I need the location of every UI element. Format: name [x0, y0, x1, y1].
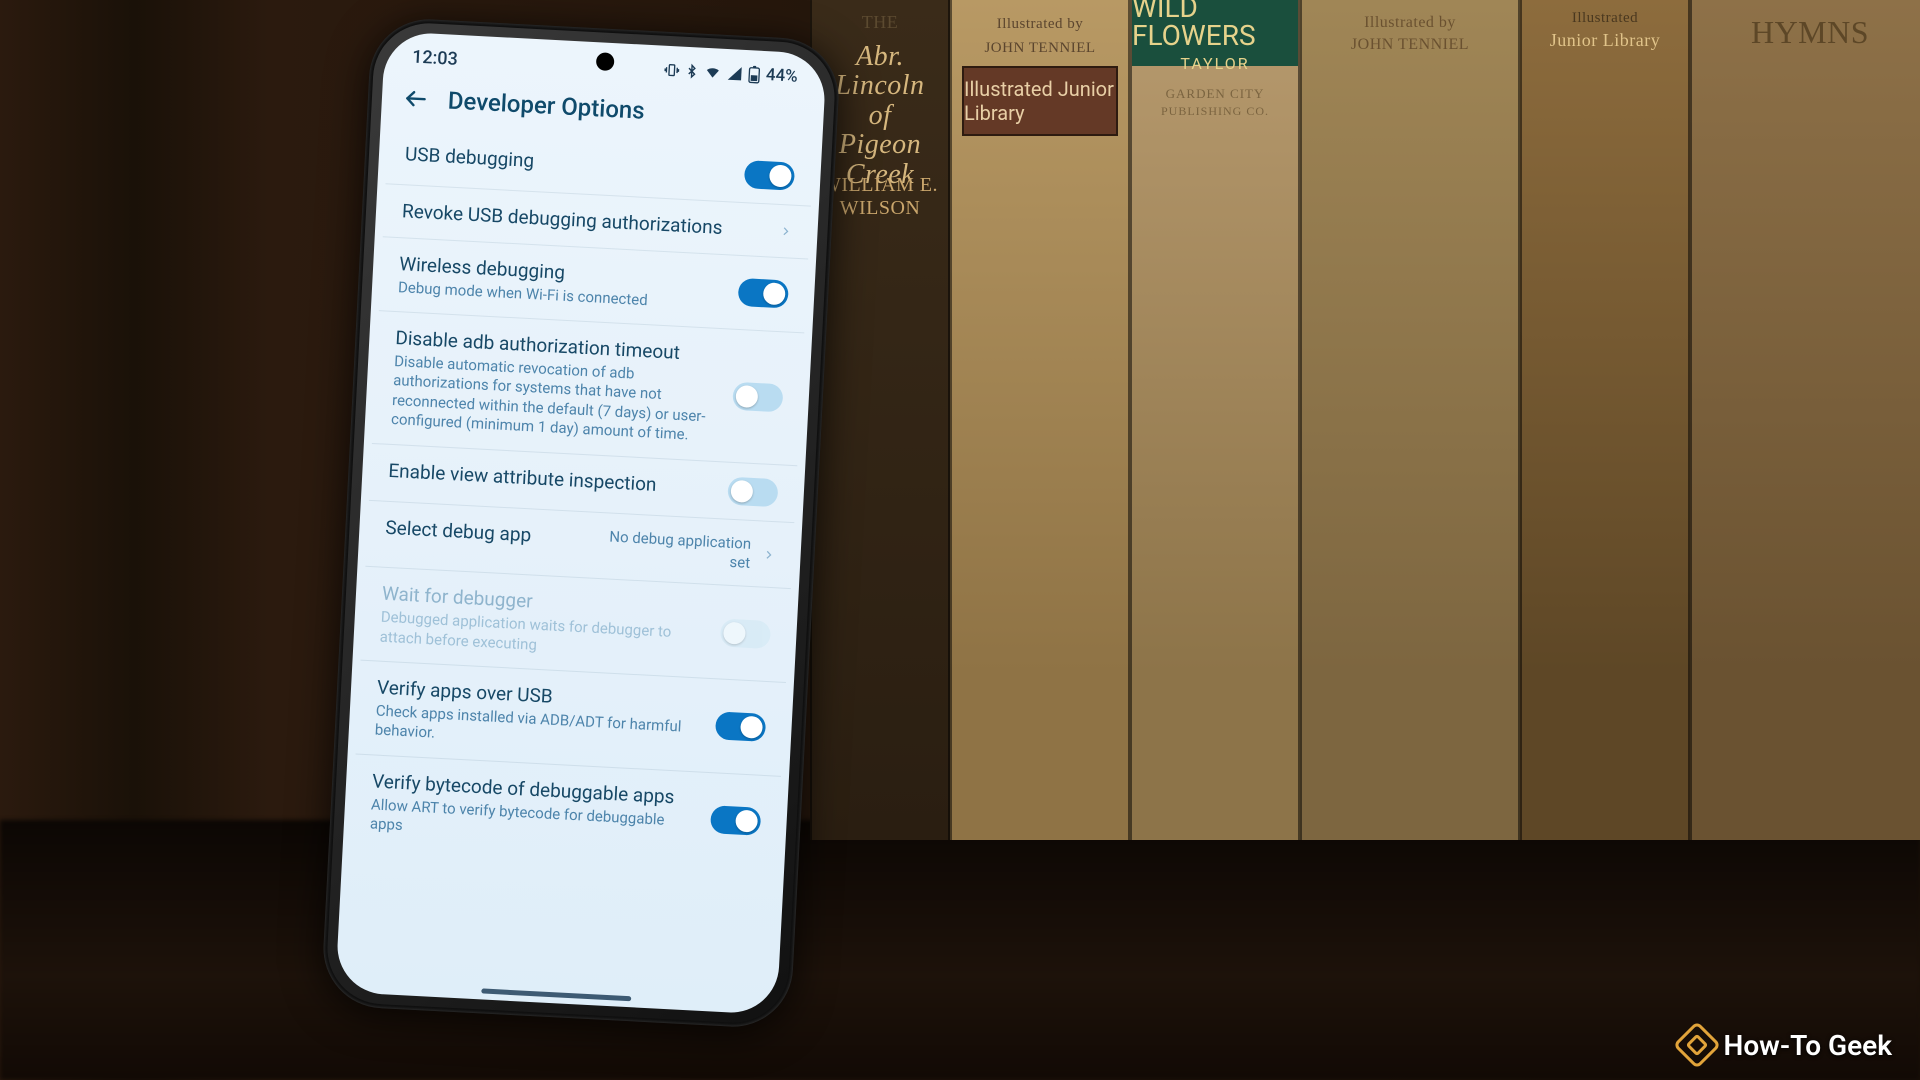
wifi-icon	[704, 64, 723, 81]
vibrate-icon	[664, 62, 681, 79]
row-adb-timeout[interactable]: Disable adb authorization timeout Disabl…	[372, 311, 804, 466]
toggle-wait-debugger	[720, 618, 771, 649]
bluetooth-icon	[685, 63, 700, 80]
toggle-usb-debugging[interactable]	[744, 160, 795, 191]
toggle-verify-bytecode[interactable]	[710, 805, 761, 836]
book-spine: HYMNS	[1690, 0, 1920, 840]
watermark: How-To Geek	[1680, 1028, 1893, 1062]
signal-icon	[726, 65, 743, 82]
gesture-nav-pill[interactable]	[481, 988, 631, 1001]
book-spine: WILD FLOWERSTAYLOR GARDEN CITY PUBLISHIN…	[1130, 0, 1300, 840]
chevron-right-icon	[762, 544, 775, 565]
book-spine: Illustrated by JOHN TENNIEL Illustrated …	[950, 0, 1130, 840]
back-button[interactable]	[401, 84, 430, 113]
row-title: Revoke USB debugging authorizations	[401, 199, 768, 242]
toggle-wireless-debugging[interactable]	[738, 278, 789, 309]
battery-icon	[747, 65, 761, 84]
arrow-left-icon	[402, 85, 429, 112]
status-time: 12:03	[412, 46, 459, 69]
row-title: Enable view attribute inspection	[388, 459, 717, 500]
settings-list[interactable]: USB debugging Revoke USB debugging autho…	[341, 127, 822, 910]
row-subtitle: Disable automatic revocation of adb auth…	[391, 352, 723, 447]
toggle-view-attr[interactable]	[727, 476, 778, 507]
battery-percent: 44%	[765, 65, 798, 87]
toggle-adb-timeout[interactable]	[732, 382, 783, 413]
row-title: Select debug app	[385, 516, 590, 550]
book-spine: Illustrated Junior Library	[1520, 0, 1690, 840]
howtogeek-logo-icon	[1672, 1021, 1720, 1069]
toggle-verify-apps-usb[interactable]	[715, 712, 766, 743]
row-title: USB debugging	[404, 142, 733, 183]
phone-device: 12:03 44%	[320, 16, 841, 1029]
page-title: Developer Options	[447, 86, 645, 124]
background-bookshelf: THE Abr. Lincoln of Pigeon Creek WILLIAM…	[0, 0, 1920, 1080]
chevron-right-icon	[779, 221, 792, 242]
row-value: No debug application set	[600, 527, 752, 572]
book-spine: Illustrated by JOHN TENNIEL	[1300, 0, 1520, 840]
phone-screen: 12:03 44%	[335, 31, 827, 1015]
